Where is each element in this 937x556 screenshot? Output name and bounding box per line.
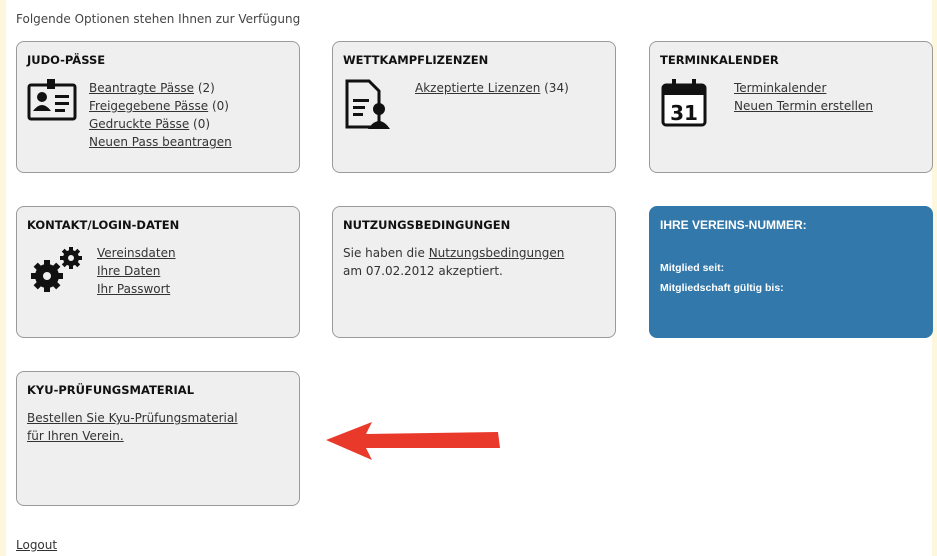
card-wettkampflizenzen: WETTKAMPFLIZENZEN Akzeptierte Lizenzen (… [332,41,616,173]
judo-link-row: Beantragte Pässe (2) [89,79,232,97]
card-title: TERMINKALENDER [660,53,779,67]
link-terminkalender[interactable]: Terminkalender [734,79,873,97]
judo-link-row: Gedruckte Pässe (0) [89,115,232,133]
calendar-day: 31 [670,101,698,125]
logout-link[interactable]: Logout [16,538,57,552]
count: (0) [189,117,211,131]
document-user-icon [343,79,405,134]
card-kyu-pruefungsmaterial: KYU-PRÜFUNGSMATERIAL Bestellen Sie Kyu-P… [16,371,300,506]
card-title: WETTKAMPFLIZENZEN [343,53,489,67]
card-title: JUDO-PÄSSE [27,53,106,67]
link-ihre-daten[interactable]: Ihre Daten [97,262,176,280]
intro-text: Folgende Optionen stehen Ihnen zur Verfü… [16,12,301,26]
red-arrow-icon [326,422,500,460]
card-title: KONTAKT/LOGIN-DATEN [27,218,180,232]
member-since-label: Mitglied seit: [660,262,725,274]
card-nutzungsbedingungen: NUTZUNGSBEDINGUNGEN Sie haben die Nutzun… [332,206,616,338]
link-akzeptierte-lizenzen[interactable]: Akzeptierte Lizenzen [415,81,540,95]
card-title: NUTZUNGSBEDINGUNGEN [343,218,511,232]
link-freigegebene-paesse[interactable]: Freigegebene Pässe [89,99,208,113]
link-gedruckte-paesse[interactable]: Gedruckte Pässe [89,117,189,131]
judo-link-row: Neuen Pass beantragen [89,133,232,151]
link-kyu-bestellen[interactable]: Bestellen Sie Kyu-Prüfungsmaterial [27,409,289,427]
card-title: KYU-PRÜFUNGSMATERIAL [27,383,195,397]
link-neuen-pass[interactable]: Neuen Pass beantragen [89,135,232,149]
count: (34) [540,81,569,95]
id-card-icon [27,79,89,151]
card-title: IHRE VEREINS-NUMMER: [660,218,807,232]
terms-text-after: am 07.02.2012 akzeptiert. [343,264,503,278]
membership-valid-label: Mitgliedschaft gültig bis: [660,282,784,294]
card-kontakt-login: KONTAKT/LOGIN-DATEN Vereinsdaten Ihre Da… [16,206,300,338]
judo-link-row: Freigegebene Pässe (0) [89,97,232,115]
link-ihr-passwort[interactable]: Ihr Passwort [97,280,176,298]
terms-text-before: Sie haben die [343,246,429,260]
card-vereins-nummer: IHRE VEREINS-NUMMER: Mitglied seit: Mitg… [649,206,933,338]
link-beantragte-paesse[interactable]: Beantragte Pässe [89,81,194,95]
calendar-icon: 31 [660,79,730,130]
page: Folgende Optionen stehen Ihnen zur Verfü… [6,0,933,556]
card-judo-paesse: JUDO-PÄSSE Beantragte Pässe (2) Freigegeb… [16,41,300,173]
link-vereinsdaten[interactable]: Vereinsdaten [97,244,176,262]
link-kyu-bestellen-line2[interactable]: für Ihren Verein. [27,427,289,445]
count: (2) [194,81,215,95]
count: (0) [208,99,229,113]
link-neuen-termin[interactable]: Neuen Termin erstellen [734,97,873,115]
card-terminkalender: TERMINKALENDER 31 Terminkalender Neuen T… [649,41,933,173]
link-nutzungsbedingungen[interactable]: Nutzungsbedingungen [429,246,565,260]
gears-icon [27,244,89,299]
